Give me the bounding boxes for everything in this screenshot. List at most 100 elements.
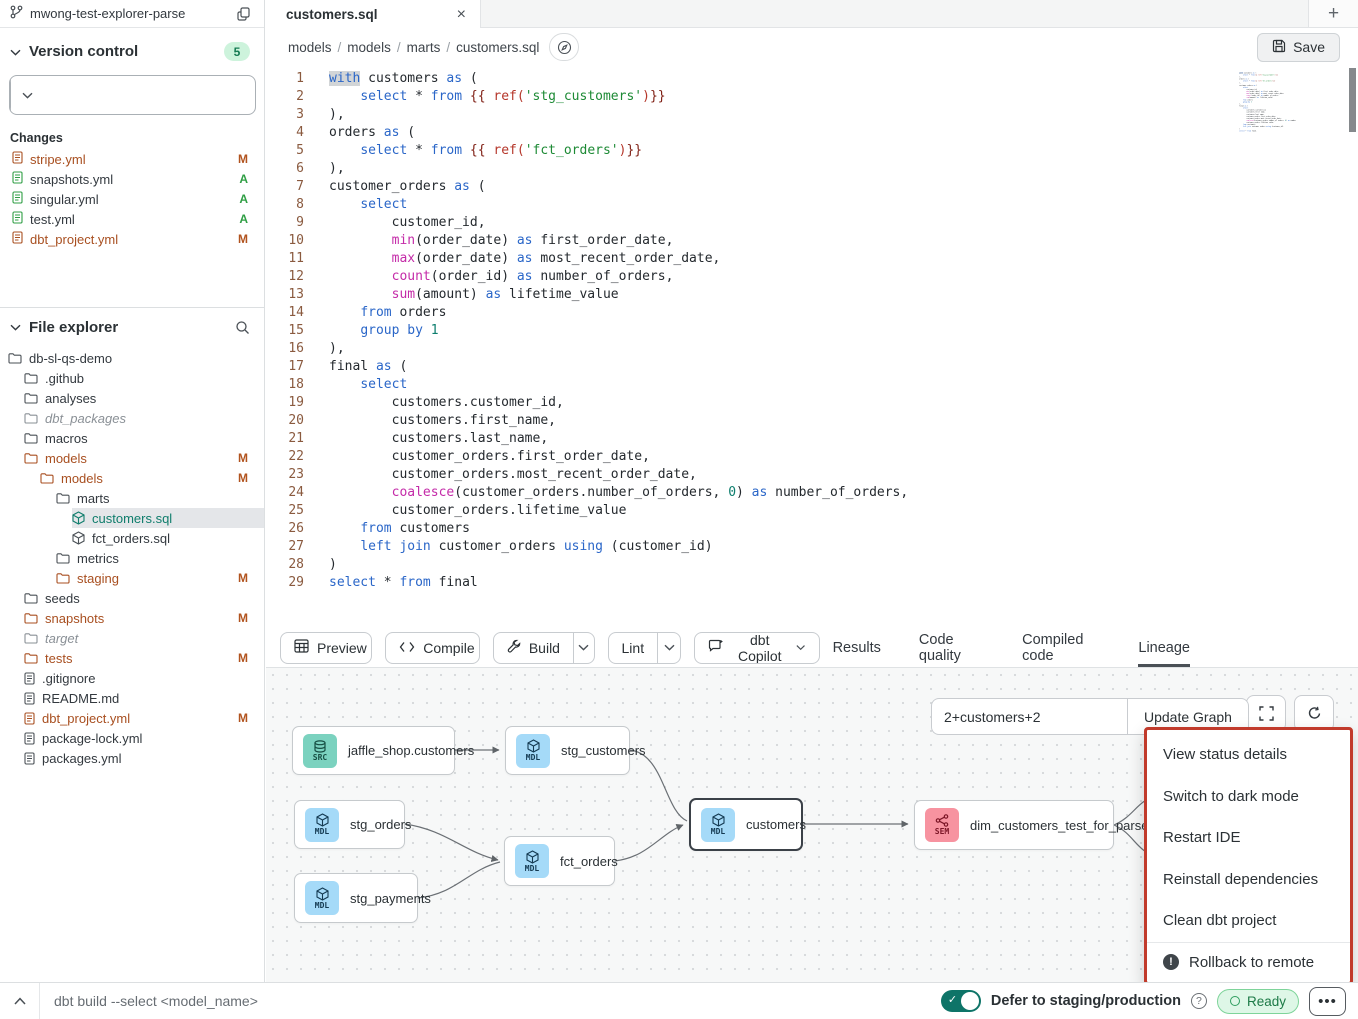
code-line[interactable]: 5 select * from {{ ref('fct_orders')}} <box>266 142 1358 160</box>
code-line[interactable]: 14 from orders <box>266 304 1358 322</box>
build-button[interactable]: Build <box>493 632 595 664</box>
code-line[interactable]: 11 max(order_date) as most_recent_order_… <box>266 250 1358 268</box>
code-line[interactable]: 2 select * from {{ ref('stg_customers')}… <box>266 88 1358 106</box>
change-item[interactable]: test.ymlA <box>0 209 264 229</box>
tree-item-metrics[interactable]: metrics <box>0 548 264 568</box>
lint-button[interactable]: Lint <box>608 632 682 664</box>
expand-command-icon[interactable] <box>0 983 40 1019</box>
change-item[interactable]: singular.ymlA <box>0 189 264 209</box>
lineage-search-input[interactable] <box>931 698 1127 735</box>
code-line[interactable]: 26 from customers <box>266 520 1358 538</box>
breadcrumb-item[interactable]: customers.sql <box>456 40 539 55</box>
minimap[interactable]: with customers as ( select * from {{ ref… <box>1232 72 1296 148</box>
lineage-node-jaffle-shop-customers[interactable]: SRCjaffle_shop.customers <box>292 726 455 775</box>
code-line[interactable]: 29select * from final <box>266 574 1358 592</box>
tab-lineage[interactable]: Lineage <box>1138 628 1190 667</box>
dbt-copilot-button[interactable]: dbt Copilot <box>694 632 819 664</box>
tree-item-staging[interactable]: stagingM <box>0 568 264 588</box>
lineage-node-fct-orders[interactable]: MDLfct_orders <box>504 836 615 886</box>
save-button[interactable]: Save <box>1257 33 1340 62</box>
tree-item-packages-yml[interactable]: packages.yml <box>0 748 264 768</box>
tree-item-fct-orders-sql[interactable]: fct_orders.sql <box>0 528 264 548</box>
tree-item-analyses[interactable]: analyses <box>0 388 264 408</box>
lineage-panel[interactable]: SRCjaffle_shop.customers MDLstg_customers… <box>266 668 1358 982</box>
tree-item--github[interactable]: .github <box>0 368 264 388</box>
lint-dropdown-caret[interactable] <box>657 633 680 663</box>
code-editor[interactable]: 1with customers as (2 select * from {{ r… <box>266 66 1358 628</box>
editor-scrollbar[interactable] <box>1349 68 1356 608</box>
tree-item-readme-md[interactable]: README.md <box>0 688 264 708</box>
code-line[interactable]: 28) <box>266 556 1358 574</box>
code-line[interactable]: 8 select <box>266 196 1358 214</box>
code-line[interactable]: 9 customer_id, <box>266 214 1358 232</box>
command-input[interactable] <box>40 993 941 1009</box>
breadcrumb-item[interactable]: models <box>288 40 332 55</box>
code-line[interactable]: 10 min(order_date) as first_order_date, <box>266 232 1358 250</box>
tree-item-dbt-packages[interactable]: dbt_packages <box>0 408 264 428</box>
code-line[interactable]: 17final as ( <box>266 358 1358 376</box>
file-explorer-header[interactable]: File explorer <box>0 308 264 342</box>
tree-item-tests[interactable]: testsM <box>0 648 264 668</box>
tab-compiled-code[interactable]: Compiled code <box>1022 628 1100 667</box>
preview-button[interactable]: Preview <box>280 632 372 664</box>
menu-item-view-status-details[interactable]: View status details <box>1147 734 1350 776</box>
more-options-button[interactable]: ••• <box>1309 987 1346 1016</box>
code-line[interactable]: 4orders as ( <box>266 124 1358 142</box>
code-line[interactable]: 7customer_orders as ( <box>266 178 1358 196</box>
tree-item-macros[interactable]: macros <box>0 428 264 448</box>
lineage-node-stg-orders[interactable]: MDLstg_orders <box>294 800 405 849</box>
tree-item-dbt-project-yml[interactable]: dbt_project.ymlM <box>0 708 264 728</box>
change-item[interactable]: snapshots.ymlA <box>0 169 264 189</box>
code-line[interactable]: 20 customers.first_name, <box>266 412 1358 430</box>
code-line[interactable]: 3), <box>266 106 1358 124</box>
tree-item-target[interactable]: target <box>0 628 264 648</box>
compass-icon[interactable] <box>549 33 579 61</box>
build-dropdown-caret[interactable] <box>573 633 594 663</box>
new-tab-button[interactable]: + <box>1308 0 1358 27</box>
version-control-header[interactable]: Version control 5 <box>0 28 264 61</box>
scrollbar-thumb[interactable] <box>1349 68 1356 132</box>
menu-item-clean-dbt-project[interactable]: Clean dbt project <box>1147 900 1350 942</box>
code-line[interactable]: 19 customers.customer_id, <box>266 394 1358 412</box>
breadcrumb-item[interactable]: models <box>347 40 391 55</box>
compile-button[interactable]: Compile <box>385 632 480 664</box>
tree-item-db-sl-qs-demo[interactable]: db-sl-qs-demo <box>0 348 264 368</box>
lineage-node-stg-customers[interactable]: MDLstg_customers <box>505 726 630 775</box>
commit-options-caret[interactable] <box>10 76 44 114</box>
tree-item-seeds[interactable]: seeds <box>0 588 264 608</box>
code-line[interactable]: 13 sum(amount) as lifetime_value <box>266 286 1358 304</box>
commit-and-sync-button[interactable]: Commit and sync <box>9 75 256 115</box>
code-line[interactable]: 12 count(order_id) as number_of_orders, <box>266 268 1358 286</box>
code-line[interactable]: 22 customer_orders.first_order_date, <box>266 448 1358 466</box>
code-line[interactable]: 15 group by 1 <box>266 322 1358 340</box>
code-line[interactable]: 25 customer_orders.lifetime_value <box>266 502 1358 520</box>
code-line[interactable]: 6), <box>266 160 1358 178</box>
menu-item-reinstall-dependencies[interactable]: Reinstall dependencies <box>1147 859 1350 901</box>
menu-item-rollback-to-remote[interactable]: !Rollback to remote <box>1147 942 1350 982</box>
change-item[interactable]: stripe.ymlM <box>0 149 264 169</box>
code-line[interactable]: 23 customer_orders.most_recent_order_dat… <box>266 466 1358 484</box>
defer-toggle[interactable]: ✓ <box>941 990 981 1012</box>
tree-item-customers-sql[interactable]: customers.sql <box>0 508 264 528</box>
close-icon[interactable]: × <box>457 6 466 24</box>
menu-item-switch-to-dark-mode[interactable]: Switch to dark mode <box>1147 776 1350 818</box>
copy-icon[interactable] <box>237 7 250 21</box>
code-line[interactable]: 1with customers as ( <box>266 70 1358 88</box>
tab-code-quality[interactable]: Code quality <box>919 628 984 667</box>
lineage-node-dim-customers-test-for-parse[interactable]: SEMdim_customers_test_for_parse <box>914 800 1114 850</box>
lineage-node-customers[interactable]: MDLcustomers <box>689 798 803 851</box>
tree-item-snapshots[interactable]: snapshotsM <box>0 608 264 628</box>
help-icon[interactable]: ? <box>1191 993 1207 1009</box>
tree-item-marts[interactable]: marts <box>0 488 264 508</box>
code-line[interactable]: 27 left join customer_orders using (cust… <box>266 538 1358 556</box>
breadcrumb-item[interactable]: marts <box>407 40 441 55</box>
tree-item-package-lock-yml[interactable]: package-lock.yml <box>0 728 264 748</box>
search-icon[interactable] <box>235 320 250 335</box>
lineage-node-stg-payments[interactable]: MDLstg_payments <box>294 873 418 923</box>
tab-results[interactable]: Results <box>833 628 881 667</box>
change-item[interactable]: dbt_project.ymlM <box>0 229 264 249</box>
menu-item-restart-ide[interactable]: Restart IDE <box>1147 817 1350 859</box>
tab-customers-sql[interactable]: customers.sql × <box>266 0 481 29</box>
tree-item--gitignore[interactable]: .gitignore <box>0 668 264 688</box>
tree-item-models[interactable]: modelsM <box>0 448 264 468</box>
